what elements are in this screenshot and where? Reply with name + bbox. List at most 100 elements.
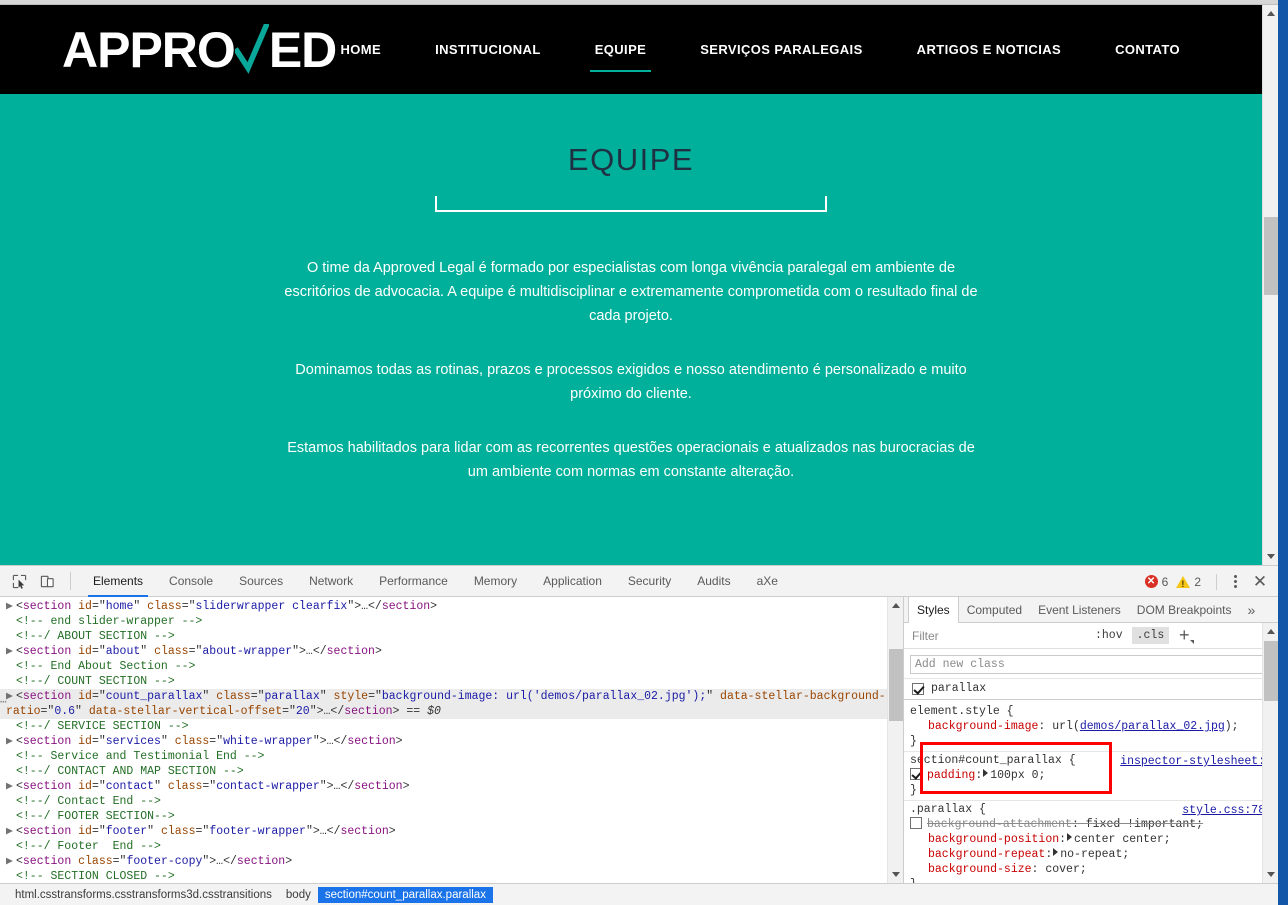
dom-node-row[interactable]: ▶ <section id="contact" class="contact-wr… [0, 779, 903, 794]
styles-more-tabs-icon[interactable]: » [1239, 602, 1263, 618]
dom-tree-scrollbar[interactable] [887, 597, 903, 883]
nav-item-institucional[interactable]: INSTITUCIONAL [408, 5, 568, 94]
warning-icon: ! [1176, 575, 1191, 589]
expand-arrow-icon[interactable] [1067, 833, 1073, 841]
dom-comment-row: <!--/ SERVICE SECTION --> [16, 720, 189, 733]
styles-tab-event-listeners[interactable]: Event Listeners [1030, 597, 1129, 623]
declaration-background-size[interactable]: background-size: cover; [904, 862, 1278, 877]
dom-scroll-down-icon[interactable] [888, 866, 903, 883]
nav-item-servicos-paralegais[interactable]: SERVIÇOS PARALEGAIS [673, 5, 889, 94]
background-image-url-link[interactable]: demos/parallax_02.jpg [1080, 720, 1225, 733]
dom-breadcrumb: html.csstransforms.csstransforms3d.csstr… [0, 883, 1278, 905]
page-vertical-scrollbar[interactable] [1262, 5, 1278, 565]
devtools-toolbar-right: ✕ 6 ! 2 ✕ [1144, 566, 1274, 597]
cls-toggle-button[interactable]: .cls [1131, 627, 1170, 644]
expand-arrow-icon[interactable] [1053, 848, 1059, 856]
styles-tab-list: Styles Computed Event Listeners DOM Brea… [904, 597, 1278, 623]
styles-scroll-up-icon[interactable] [1263, 623, 1278, 640]
styles-panel-scrollbar[interactable] [1262, 623, 1278, 883]
prop-name: background-attachment [927, 818, 1072, 831]
tab-network[interactable]: Network [296, 566, 366, 597]
tab-security[interactable]: Security [615, 566, 684, 597]
styles-filter-input[interactable] [910, 627, 1090, 644]
site-logo[interactable]: APPRO ED [62, 21, 337, 78]
dom-tree-panel[interactable]: ▶ <section id="home" class="sliderwrapper… [0, 597, 903, 883]
declaration-background-image[interactable]: background-image: url(demos/parallax_02.… [904, 719, 1278, 734]
inspect-element-icon[interactable] [5, 568, 33, 594]
breadcrumb-item-section-count-parallax[interactable]: section#count_parallax.parallax [317, 886, 493, 903]
stylesheet-source-link[interactable]: style.css:785 [1182, 803, 1272, 818]
nav-item-contato[interactable]: CONTATO [1088, 5, 1207, 94]
declaration-padding[interactable]: padding: 100px 0; [904, 768, 1278, 783]
hov-toggle-button[interactable]: :hov [1090, 627, 1128, 644]
scroll-down-arrow-icon[interactable] [1263, 548, 1279, 565]
tab-console[interactable]: Console [156, 566, 226, 597]
styles-tab-computed[interactable]: Computed [959, 597, 1030, 623]
device-toolbar-icon[interactable] [33, 568, 61, 594]
styles-scrollbar-thumb[interactable] [1264, 641, 1278, 701]
styles-tab-styles[interactable]: Styles [908, 597, 959, 623]
prop-name: background-image [928, 720, 1039, 733]
title-divider [435, 196, 827, 212]
tab-elements[interactable]: Elements [80, 566, 156, 597]
dom-scroll-up-icon[interactable] [888, 597, 903, 614]
devtools-panel: Elements Console Sources Network Perform… [0, 565, 1278, 905]
declaration-checkbox[interactable] [910, 817, 922, 829]
new-style-rule-button[interactable]: + [1171, 625, 1197, 647]
nav-item-equipe[interactable]: EQUIPE [568, 5, 674, 94]
stylesheet-source-link[interactable]: inspector-stylesheet:1 [1120, 754, 1272, 769]
styles-scroll-down-icon[interactable] [1263, 866, 1278, 883]
page-scrollbar-thumb[interactable] [1264, 217, 1278, 295]
dom-row-overflow-icon: ⋯ [0, 697, 7, 709]
breadcrumb-item-body[interactable]: body [279, 887, 318, 903]
prop-value: no-repeat; [1060, 848, 1130, 861]
tab-axe[interactable]: aXe [744, 566, 791, 597]
tab-performance[interactable]: Performance [366, 566, 461, 597]
dom-node-row[interactable]: ▶ <section id="services" class="white-wra… [0, 734, 903, 749]
dom-node-row[interactable]: ▶ <section class="footer-copy">…</section… [0, 854, 903, 869]
class-checkbox-parallax[interactable] [912, 682, 924, 695]
dom-scrollbar-thumb[interactable] [889, 649, 903, 721]
hero-paragraph-2: Dominamos todas as rotinas, prazos e pro… [295, 362, 967, 402]
tab-sources[interactable]: Sources [226, 566, 296, 597]
warning-count-badge[interactable]: ! 2 [1176, 575, 1201, 589]
dom-node-row[interactable]: ▶ <section id="footer" class="footer-wrap… [0, 824, 903, 839]
expand-triangle-icon: ▶ [6, 780, 13, 793]
styles-tab-dom-breakpoints[interactable]: DOM Breakpoints [1129, 597, 1240, 623]
expand-arrow-icon[interactable] [983, 769, 989, 777]
scroll-up-arrow-icon[interactable] [1263, 5, 1279, 22]
class-name-parallax: parallax [931, 682, 987, 695]
logo-text-part1: APPRO [62, 21, 236, 78]
error-icon: ✕ [1144, 575, 1158, 588]
css-rules-list: element.style { background-image: url(de… [904, 700, 1278, 883]
expand-triangle-icon: ▶ [6, 600, 13, 613]
prop-value: cover; [1045, 863, 1087, 876]
declaration-background-attachment[interactable]: background-attachment: fixed !important; [904, 817, 1278, 832]
nav-item-home[interactable]: HOME [313, 5, 408, 94]
tab-memory[interactable]: Memory [461, 566, 530, 597]
dom-comment-row: <!-- end slider-wrapper --> [16, 615, 203, 628]
tab-application[interactable]: Application [530, 566, 615, 597]
styles-filter-bar: :hov .cls + [904, 623, 1278, 649]
add-new-class-input[interactable] [910, 655, 1272, 674]
dom-node-row[interactable]: ▶ <section id="home" class="sliderwrapper… [0, 599, 903, 614]
dom-comment-row: <!--/ CONTACT AND MAP SECTION --> [16, 765, 244, 778]
breadcrumb-item-html[interactable]: html.csstransforms.csstransforms3d.csstr… [8, 887, 279, 903]
devtools-toolbar: Elements Console Sources Network Perform… [0, 566, 1278, 597]
dom-node-row-selected[interactable]: ⋯ ▶ <section id="count_parallax" class="pa… [0, 689, 903, 719]
rule-selector[interactable]: element.style { [904, 704, 1278, 719]
dom-comment-row: <!-- End About Section --> [16, 660, 196, 673]
dom-node-row[interactable]: ▶ <section id="about" class="about-wrappe… [0, 644, 903, 659]
site-header: APPRO ED HOME INSTITUCIONAL EQUIPE SERVIÇ… [0, 5, 1262, 94]
error-count-badge[interactable]: ✕ 6 [1144, 575, 1168, 589]
declaration-checkbox[interactable] [910, 768, 922, 780]
kebab-menu-icon[interactable] [1224, 570, 1246, 594]
dom-comment-row: <!--/ FOOTER SECTION--> [16, 810, 175, 823]
tab-audits[interactable]: Audits [684, 566, 743, 597]
close-icon[interactable]: ✕ [1246, 570, 1274, 594]
toolbar-right-divider [1216, 573, 1217, 590]
declaration-background-position[interactable]: background-position: center center; [904, 832, 1278, 847]
declaration-background-repeat[interactable]: background-repeat: no-repeat; [904, 847, 1278, 862]
dom-comment-row: <!--/ Contact End --> [16, 795, 161, 808]
nav-item-artigos-e-noticias[interactable]: ARTIGOS E NOTICIAS [890, 5, 1088, 94]
